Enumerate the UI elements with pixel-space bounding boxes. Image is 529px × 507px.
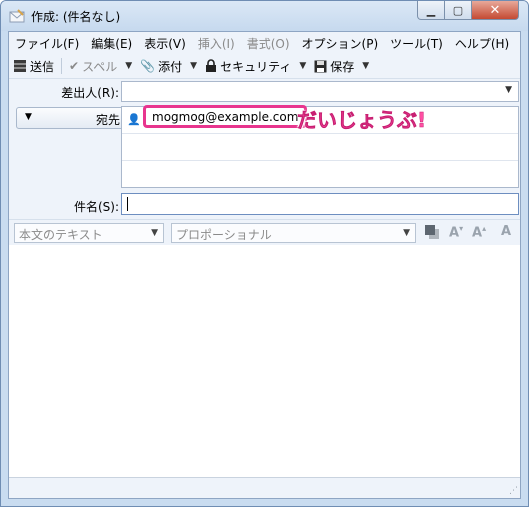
send-button[interactable]: 送信	[9, 58, 58, 75]
font-smaller-icon[interactable]: A▾	[449, 224, 463, 240]
lock-icon	[206, 59, 217, 72]
maximize-icon: ▢	[452, 3, 464, 17]
menu-bar: ファイル(F) 編集(E) 表示(V) 挿入(I) 書式(O) オプション(P)…	[9, 32, 520, 54]
send-icon	[14, 60, 26, 72]
recipient-type-button[interactable]: ▼ 宛先:	[16, 107, 135, 129]
resize-grip-icon[interactable]: ⋰	[509, 486, 518, 496]
floppy-disk-icon	[314, 60, 327, 72]
security-dropdown-icon[interactable]: ▼	[295, 61, 310, 71]
compose-toolbar: 送信 ✔ スペル ▼ 📎 添付 ▼ セキュリティ ▼ 保存 ▼	[9, 54, 520, 79]
attach-label: 添付	[158, 59, 183, 74]
save-label: 保存	[330, 59, 355, 74]
recipient-type-label: 宛先:	[95, 113, 124, 127]
from-select[interactable]: ▼	[121, 81, 519, 102]
attach-dropdown-icon[interactable]: ▼	[186, 61, 201, 71]
menu-edit[interactable]: 編集(E)	[85, 35, 138, 52]
paragraph-style-select[interactable]: 本文のテキスト ▼	[14, 223, 164, 243]
security-button[interactable]: セキュリティ	[201, 58, 295, 75]
subject-input[interactable]	[121, 193, 519, 215]
font-larger-icon[interactable]: A▴	[472, 224, 486, 240]
compose-window: 作成: (件名なし) ▁ ▢ ✕ ファイル(F) 編集(E) 表示(V) 挿入(…	[0, 0, 529, 507]
chevron-down-icon: ▼	[403, 228, 410, 238]
message-headers: 差出人(R): ▼ ▼ 宛先: 👤 mogmog@example.com 件名(…	[9, 79, 520, 219]
person-icon: 👤	[127, 113, 141, 126]
minimize-icon: ▁	[426, 3, 436, 17]
menu-options[interactable]: オプション(P)	[296, 35, 385, 52]
font-select[interactable]: プロポーショナル ▼	[171, 223, 416, 243]
attach-button[interactable]: 📎 添付	[136, 58, 186, 75]
bold-icon[interactable]: A	[501, 224, 511, 239]
recipient-address[interactable]: mogmog@example.com	[143, 105, 308, 128]
menu-help[interactable]: ヘルプ(H)	[449, 35, 515, 52]
close-icon: ✕	[489, 2, 501, 18]
menu-view[interactable]: 表示(V)	[138, 35, 192, 52]
chevron-down-icon: ▼	[151, 228, 158, 238]
spell-dropdown-icon[interactable]: ▼	[121, 61, 136, 71]
menu-file[interactable]: ファイル(F)	[9, 35, 85, 52]
save-button[interactable]: 保存	[310, 58, 358, 75]
title-bar[interactable]: 作成: (件名なし) ▁ ▢ ✕	[1, 1, 528, 31]
status-bar: ⋰	[9, 477, 520, 498]
window-title: 作成: (件名なし)	[31, 10, 121, 24]
spell-button[interactable]: ✔ スペル	[65, 58, 121, 75]
maximize-button[interactable]: ▢	[444, 1, 472, 20]
text-caret	[127, 197, 128, 211]
subject-label: 件名(S):	[73, 200, 119, 214]
spell-label: スペル	[82, 59, 118, 74]
recipient-row-empty[interactable]	[122, 161, 518, 187]
checkmark-icon: ✔	[69, 59, 80, 73]
annotation-text: だいじょうぶ!	[297, 108, 427, 133]
chevron-down-icon: ▼	[25, 112, 32, 122]
paperclip-icon: 📎	[140, 59, 156, 73]
format-toolbar: 本文のテキスト ▼ プロポーショナル ▼ A▾ A▴ A	[9, 219, 520, 246]
menu-format[interactable]: 書式(O)	[241, 35, 296, 52]
send-label: 送信	[30, 59, 55, 74]
minimize-button[interactable]: ▁	[417, 1, 445, 20]
close-button[interactable]: ✕	[471, 1, 519, 20]
toolbar-divider	[61, 58, 63, 74]
text-color-icon[interactable]	[424, 224, 440, 240]
from-label: 差出人(R):	[61, 86, 119, 100]
message-body[interactable]	[9, 245, 520, 478]
font-value: プロポーショナル	[176, 228, 272, 242]
save-dropdown-icon[interactable]: ▼	[358, 61, 373, 71]
menu-tools[interactable]: ツール(T)	[384, 35, 449, 52]
window-client: ファイル(F) 編集(E) 表示(V) 挿入(I) 書式(O) オプション(P)…	[8, 31, 521, 499]
recipient-row-empty[interactable]	[122, 134, 518, 161]
menu-insert[interactable]: 挿入(I)	[192, 35, 241, 52]
security-label: セキュリティ	[220, 59, 292, 74]
chevron-down-icon: ▼	[505, 85, 512, 95]
paragraph-style-value: 本文のテキスト	[19, 228, 103, 242]
compose-envelope-icon	[9, 9, 25, 23]
